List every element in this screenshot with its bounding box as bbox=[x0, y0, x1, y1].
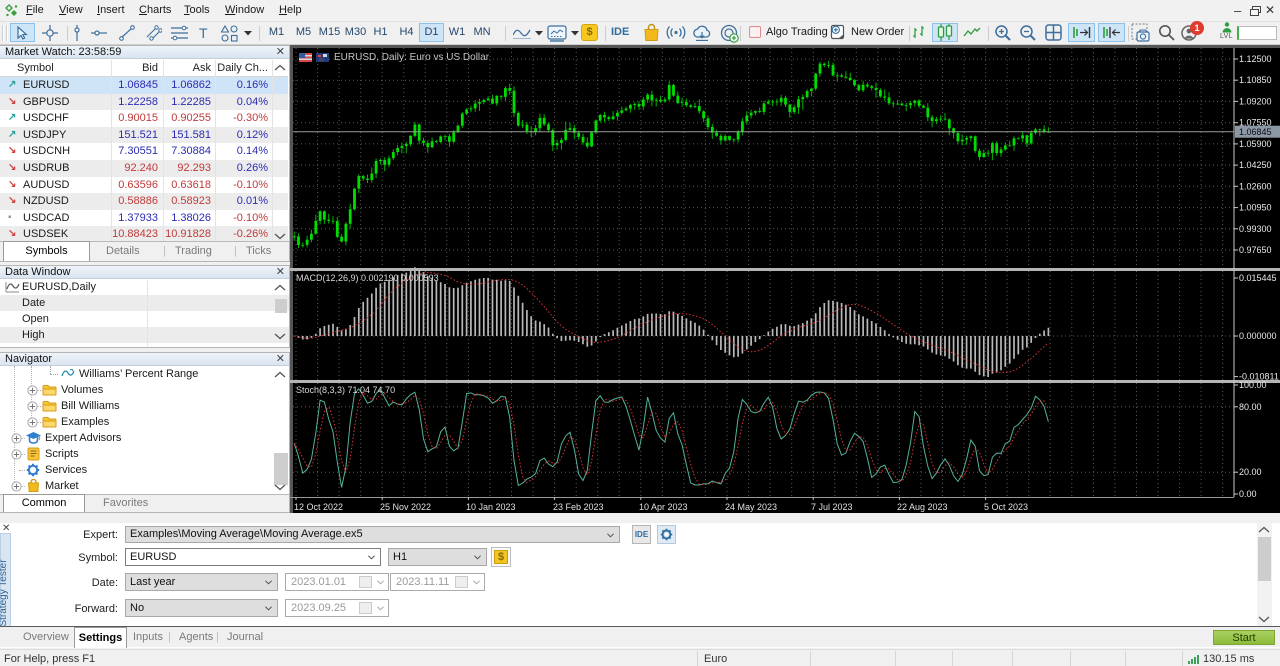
svg-text:1.05900: 1.05900 bbox=[1239, 139, 1272, 149]
svg-text:1.10850: 1.10850 bbox=[1239, 75, 1272, 85]
svg-text:24 May 2023: 24 May 2023 bbox=[725, 502, 777, 512]
svg-text:1.09200: 1.09200 bbox=[1239, 96, 1272, 106]
svg-text:12 Oct 2022: 12 Oct 2022 bbox=[294, 502, 343, 512]
svg-text:0.015445: 0.015445 bbox=[1239, 273, 1277, 283]
svg-text:1.12500: 1.12500 bbox=[1239, 54, 1272, 64]
svg-text:100.00: 100.00 bbox=[1239, 380, 1267, 390]
svg-text:20.00: 20.00 bbox=[1239, 467, 1262, 477]
svg-text:0.000000: 0.000000 bbox=[1239, 331, 1277, 341]
svg-text:10 Apr 2023: 10 Apr 2023 bbox=[639, 502, 688, 512]
svg-text:0.99300: 0.99300 bbox=[1239, 224, 1272, 234]
svg-text:EURUSD, Daily: Euro vs US Dol: EURUSD, Daily: Euro vs US Dollar bbox=[334, 52, 490, 63]
svg-text:Stoch(8,3,3) 71.04 74.70: Stoch(8,3,3) 71.04 74.70 bbox=[296, 385, 395, 395]
svg-text:80.00: 80.00 bbox=[1239, 402, 1262, 412]
svg-text:10 Jan 2023: 10 Jan 2023 bbox=[466, 502, 516, 512]
svg-text:7 Jul 2023: 7 Jul 2023 bbox=[811, 502, 853, 512]
svg-text:1.00950: 1.00950 bbox=[1239, 203, 1272, 213]
svg-text:23 Feb 2023: 23 Feb 2023 bbox=[553, 502, 604, 512]
svg-text:0.00: 0.00 bbox=[1239, 489, 1257, 499]
svg-text:22 Aug 2023: 22 Aug 2023 bbox=[897, 502, 948, 512]
svg-text:5 Oct 2023: 5 Oct 2023 bbox=[984, 502, 1028, 512]
svg-text:Strategy Tester: Strategy Tester bbox=[0, 559, 9, 627]
svg-text:0.97650: 0.97650 bbox=[1239, 245, 1272, 255]
svg-text:1.04250: 1.04250 bbox=[1239, 160, 1272, 170]
svg-text:25 Nov 2022: 25 Nov 2022 bbox=[380, 502, 431, 512]
svg-text:MACD(12,26,9) 0.002190 0.00059: MACD(12,26,9) 0.002190 0.000593 bbox=[296, 273, 439, 283]
svg-text:1.02600: 1.02600 bbox=[1239, 181, 1272, 191]
svg-text:1.06845: 1.06845 bbox=[1239, 127, 1272, 137]
